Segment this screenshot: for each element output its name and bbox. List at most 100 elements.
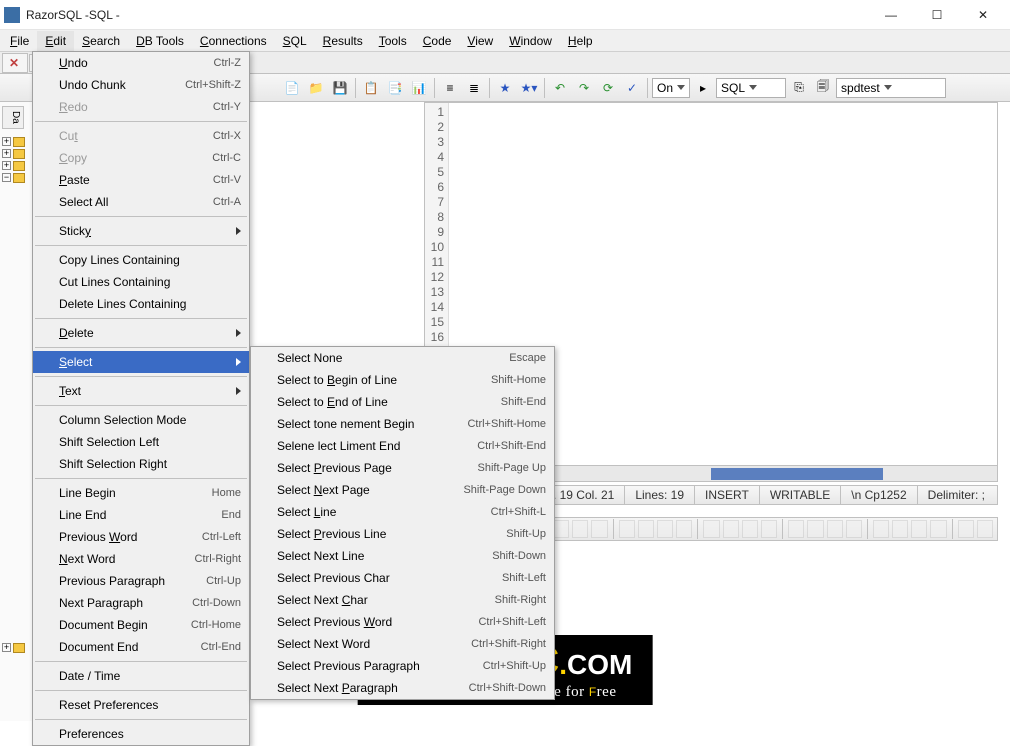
refresh-icon[interactable]: ⟳ [597,77,619,99]
expander-icon[interactable]: + [2,643,11,652]
menu-item-select[interactable]: Select [33,351,249,373]
tab-close-all[interactable]: ✕ [2,53,28,73]
tool-icon[interactable]: 🗐 [812,77,834,99]
expander-icon[interactable]: + [2,149,11,158]
menu-item-line-begin[interactable]: Line BeginHome [33,482,249,504]
menu-item-select-previous-page[interactable]: Select Previous PageShift-Page Up [251,457,554,479]
combo-database[interactable]: spdtest [836,78,946,98]
expander-icon[interactable]: − [2,173,11,182]
menu-item-next-paragraph[interactable]: Next ParagraphCtrl-Down [33,592,249,614]
tool-icon[interactable]: 📑 [384,77,406,99]
results-tool-button[interactable] [591,520,607,538]
menu-item-select-all[interactable]: Select AllCtrl-A [33,191,249,213]
tree-item[interactable]: + [2,642,35,654]
results-tool-button[interactable] [958,520,974,538]
tool-icon[interactable]: ≡ [439,77,461,99]
menu-item-column-selection-mode[interactable]: Column Selection Mode [33,409,249,431]
combo-language[interactable]: SQL [716,78,786,98]
tool-icon[interactable]: 📁 [305,77,327,99]
menu-item-select-to-end-of-line[interactable]: Select to End of LineShift-End [251,391,554,413]
minimize-button[interactable]: — [868,0,914,30]
menu-item-document-end[interactable]: Document EndCtrl-End [33,636,249,658]
tree-item[interactable]: + [2,136,35,148]
tree-item[interactable]: + [2,148,35,160]
tool-icon[interactable]: ≣ [463,77,485,99]
tree-item[interactable]: + [2,160,35,172]
maximize-button[interactable]: ☐ [914,0,960,30]
results-tool-button[interactable] [930,520,946,538]
menu-item-previous-paragraph[interactable]: Previous ParagraphCtrl-Up [33,570,249,592]
results-tool-button[interactable] [761,520,777,538]
menu-item-select-previous-char[interactable]: Select Previous CharShift-Left [251,567,554,589]
menu-item-select-to-begin-of-line[interactable]: Select to Begin of LineShift-Home [251,369,554,391]
menu-item-select-none[interactable]: Select NoneEscape [251,347,554,369]
star-dropdown-icon[interactable]: ★▾ [518,77,540,99]
menu-item-cut-lines-containing[interactable]: Cut Lines Containing [33,271,249,293]
menu-code[interactable]: Code [415,31,460,51]
menu-item-next-word[interactable]: Next WordCtrl-Right [33,548,249,570]
menu-item-select-next-word[interactable]: Select Next WordCtrl+Shift-Right [251,633,554,655]
expander-icon[interactable]: + [2,161,11,170]
results-tool-button[interactable] [572,520,588,538]
results-tool-button[interactable] [788,520,804,538]
menu-item-previous-word[interactable]: Previous WordCtrl-Left [33,526,249,548]
results-tool-button[interactable] [553,520,569,538]
results-tool-button[interactable] [723,520,739,538]
tree-item[interactable]: − [2,172,35,184]
menu-connections[interactable]: Connections [192,31,275,51]
scroll-thumb[interactable] [711,468,883,480]
redo-icon[interactable]: ↷ [573,77,595,99]
menu-item-reset-preferences[interactable]: Reset Preferences [33,694,249,716]
menu-view[interactable]: View [459,31,501,51]
results-tool-button[interactable] [846,520,862,538]
menu-item-select-line[interactable]: Select LineCtrl+Shift-L [251,501,554,523]
menu-item-selene-lect-liment-end[interactable]: Selene lect Liment EndCtrl+Shift-End [251,435,554,457]
menu-search[interactable]: Search [74,31,128,51]
menu-item-shift-selection-left[interactable]: Shift Selection Left [33,431,249,453]
menu-item-select-next-page[interactable]: Select Next PageShift-Page Down [251,479,554,501]
results-tool-button[interactable] [873,520,889,538]
menu-item-document-begin[interactable]: Document BeginCtrl-Home [33,614,249,636]
menu-item-select-next-line[interactable]: Select Next LineShift-Down [251,545,554,567]
menu-results[interactable]: Results [315,31,371,51]
menu-item-paste[interactable]: PasteCtrl-V [33,169,249,191]
results-tool-button[interactable] [619,520,635,538]
results-tool-button[interactable] [676,520,692,538]
menu-item-shift-selection-right[interactable]: Shift Selection Right [33,453,249,475]
undo-icon[interactable]: ↶ [549,77,571,99]
menu-item-undo[interactable]: UndoCtrl-Z [33,52,249,74]
menu-item-select-tone-nement-begin[interactable]: Select tone nement BeginCtrl+Shift-Home [251,413,554,435]
menu-item-line-end[interactable]: Line EndEnd [33,504,249,526]
sidebar-tab[interactable]: Da [2,106,24,129]
results-tool-button[interactable] [892,520,908,538]
menu-tools[interactable]: Tools [371,31,415,51]
results-tool-button[interactable] [977,520,993,538]
menu-help[interactable]: Help [560,31,601,51]
star-icon[interactable]: ★ [494,77,516,99]
menu-item-select-next-char[interactable]: Select Next CharShift-Right [251,589,554,611]
tool-icon[interactable]: ⎘ [788,77,810,99]
menu-sql[interactable]: SQL [275,31,315,51]
menu-file[interactable]: File [2,31,37,51]
tool-icon[interactable]: 📄 [281,77,303,99]
menu-item-text[interactable]: Text [33,380,249,402]
menu-item-date-time[interactable]: Date / Time [33,665,249,687]
menu-item-delete-lines-containing[interactable]: Delete Lines Containing [33,293,249,315]
menu-item-delete[interactable]: Delete [33,322,249,344]
menu-item-undo-chunk[interactable]: Undo ChunkCtrl+Shift-Z [33,74,249,96]
tool-icon[interactable]: 📊 [408,77,430,99]
combo-autocommit[interactable]: On [652,78,690,98]
menu-item-select-next-paragraph[interactable]: Select Next ParagraphCtrl+Shift-Down [251,677,554,699]
expander-icon[interactable]: + [2,137,11,146]
results-tool-button[interactable] [638,520,654,538]
results-tool-button[interactable] [911,520,927,538]
execute-icon[interactable]: ▸ [692,77,714,99]
results-tool-button[interactable] [807,520,823,538]
results-tool-button[interactable] [742,520,758,538]
menu-item-select-previous-paragraph[interactable]: Select Previous ParagraphCtrl+Shift-Up [251,655,554,677]
results-tool-button[interactable] [703,520,719,538]
results-tool-button[interactable] [827,520,843,538]
menu-item-preferences[interactable]: Preferences [33,723,249,745]
menu-db-tools[interactable]: DB Tools [128,31,192,51]
menu-edit[interactable]: Edit [37,31,74,51]
